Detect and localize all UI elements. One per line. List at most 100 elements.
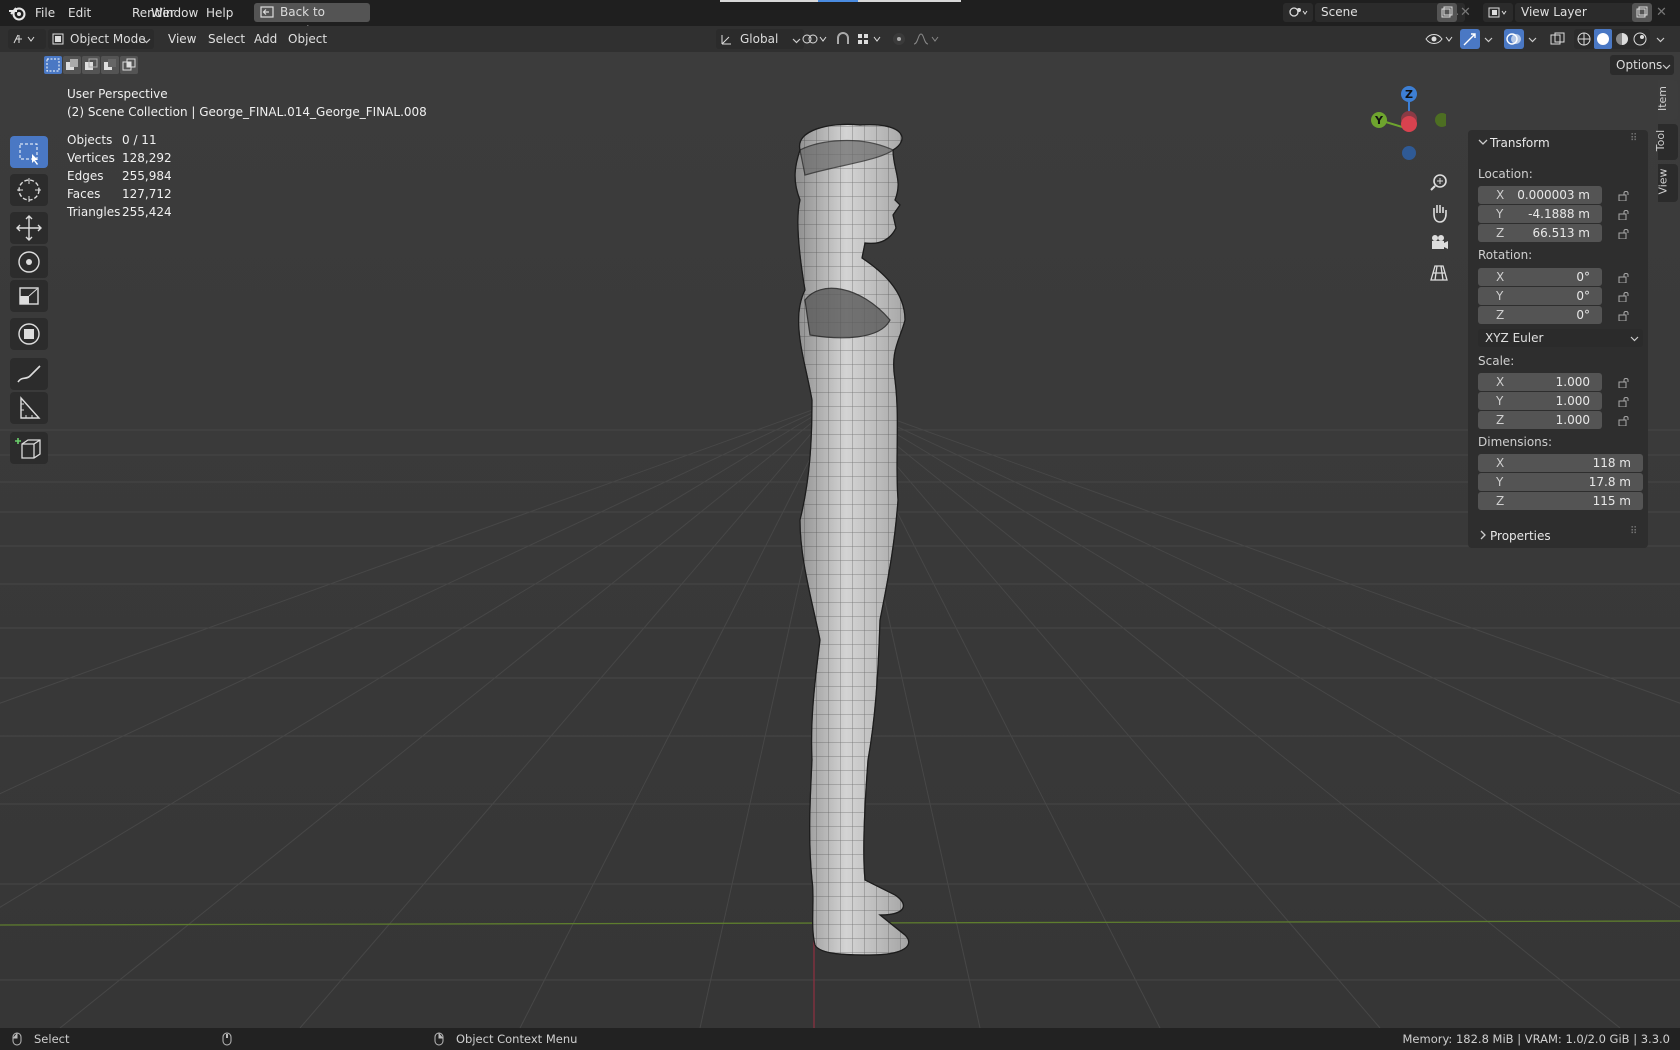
- rotation-y-field[interactable]: Y 0°: [1478, 287, 1602, 305]
- options-dropdown[interactable]: Options: [1610, 55, 1674, 75]
- remove-view-layer-icon[interactable]: ✕: [1656, 5, 1667, 20]
- scale-x-field[interactable]: X 1.000: [1478, 373, 1602, 391]
- lock-icon[interactable]: [1618, 397, 1630, 407]
- camera-view-button[interactable]: [1426, 230, 1452, 256]
- lock-icon[interactable]: [1618, 273, 1630, 283]
- cursor-tool[interactable]: [10, 174, 48, 206]
- material-preview-icon[interactable]: [1615, 32, 1629, 46]
- select-subtract-icon: [85, 58, 98, 70]
- overlays-toggle-button[interactable]: [1504, 29, 1524, 49]
- chevron-down-icon[interactable]: [1528, 35, 1537, 44]
- transform-orientation-dropdown[interactable]: Global: [716, 29, 804, 49]
- chevron-down-icon[interactable]: [1484, 35, 1493, 44]
- chevron-down-icon[interactable]: [1656, 35, 1665, 44]
- view-layer-name-field[interactable]: View Layer: [1515, 3, 1635, 22]
- location-x-field[interactable]: X 0.000003 m: [1478, 186, 1602, 204]
- 3d-viewport[interactable]: User Perspective (2) Scene Collection | …: [0, 52, 1680, 1028]
- properties-panel-header[interactable]: Properties: [1490, 529, 1551, 543]
- selection-intersect-button[interactable]: [120, 56, 138, 74]
- remove-scene-icon[interactable]: ✕: [1460, 5, 1471, 20]
- scene-browse-button[interactable]: [1283, 3, 1313, 22]
- menu-add[interactable]: Add: [254, 26, 277, 52]
- drag-handle-icon[interactable]: ⠿: [1630, 526, 1637, 537]
- pivot-point-dropdown[interactable]: [802, 29, 832, 49]
- scale-y-field[interactable]: Y 1.000: [1478, 392, 1602, 410]
- tab-view[interactable]: View: [1657, 164, 1678, 202]
- cursor-icon: [17, 178, 41, 202]
- hand-icon: [1433, 205, 1447, 223]
- stat-edges-value: 255,984: [122, 169, 172, 183]
- select-box-tool[interactable]: [10, 136, 48, 168]
- workspace-tab-active[interactable]: [818, 0, 858, 2]
- zoom-view-button[interactable]: [1426, 170, 1452, 196]
- selection-invert-button[interactable]: [101, 56, 119, 74]
- perspective-toggle-button[interactable]: [1426, 260, 1452, 286]
- add-cube-tool[interactable]: [10, 432, 48, 464]
- tab-item[interactable]: Item: [1656, 80, 1678, 120]
- view-layer-browse-button[interactable]: [1483, 3, 1513, 22]
- mode-dropdown[interactable]: Object Mode: [48, 29, 154, 49]
- xray-toggle-icon[interactable]: [1550, 32, 1566, 46]
- selection-set-button[interactable]: [44, 56, 62, 74]
- mouse-middle-icon: [222, 1032, 232, 1046]
- rotation-mode-dropdown[interactable]: XYZ Euler: [1478, 329, 1643, 347]
- location-z-field[interactable]: Z 66.513 m: [1478, 224, 1602, 242]
- dimensions-z-field[interactable]: Z 115 m: [1478, 492, 1643, 510]
- lock-icon[interactable]: [1618, 292, 1630, 302]
- visibility-filter-icon[interactable]: [1424, 32, 1454, 46]
- menu-view[interactable]: View: [168, 26, 196, 52]
- wireframe-shading-icon[interactable]: [1577, 32, 1591, 46]
- lock-icon[interactable]: [1618, 210, 1630, 220]
- menu-help[interactable]: Help: [200, 0, 239, 26]
- new-scene-button[interactable]: [1437, 3, 1457, 22]
- gizmo-toggle-button[interactable]: [1460, 29, 1480, 49]
- blender-logo-icon[interactable]: [8, 5, 26, 21]
- menu-object[interactable]: Object: [288, 26, 327, 52]
- pan-view-button[interactable]: [1426, 200, 1452, 226]
- lock-icon[interactable]: [1618, 229, 1630, 239]
- lock-icon[interactable]: [1618, 378, 1630, 388]
- proportional-editing-controls[interactable]: [892, 29, 954, 49]
- object-mode-icon: [52, 33, 64, 45]
- menu-select[interactable]: Select: [208, 26, 245, 52]
- scale-z-field[interactable]: Z 1.000: [1478, 411, 1602, 429]
- lock-icon[interactable]: [1618, 416, 1630, 426]
- axis-label: Y: [1496, 394, 1504, 408]
- scale-tool[interactable]: [10, 280, 48, 312]
- selection-extend-button[interactable]: [63, 56, 81, 74]
- navigation-gizmo[interactable]: Z Y: [1366, 82, 1446, 172]
- chevron-right-icon[interactable]: [1478, 530, 1488, 540]
- transform-tool[interactable]: [10, 318, 48, 350]
- annotate-tool[interactable]: [10, 358, 48, 390]
- dimensions-y-field[interactable]: Y 17.8 m: [1478, 473, 1643, 491]
- chevron-down-icon[interactable]: [1478, 137, 1488, 147]
- rotate-tool[interactable]: [10, 246, 48, 278]
- menu-edit[interactable]: Edit: [62, 0, 97, 26]
- stat-objects-value: 0 / 11: [122, 133, 157, 147]
- move-tool[interactable]: [10, 212, 48, 244]
- measure-tool[interactable]: [10, 392, 48, 424]
- drag-handle-icon[interactable]: ⠿: [1630, 133, 1637, 144]
- editor-type-dropdown[interactable]: [8, 29, 46, 49]
- location-y-field[interactable]: Y -4.1888 m: [1478, 205, 1602, 223]
- rotation-x-field[interactable]: X 0°: [1478, 268, 1602, 286]
- transform-panel-header[interactable]: Transform: [1490, 136, 1550, 150]
- solid-shading-button[interactable]: [1594, 29, 1612, 49]
- scale-label: Scale:: [1478, 354, 1515, 368]
- selection-subtract-button[interactable]: [82, 56, 100, 74]
- stat-vertices-value: 128,292: [122, 151, 172, 165]
- rotation-y-value: 0°: [1576, 289, 1590, 303]
- lock-icon[interactable]: [1618, 311, 1630, 321]
- rotation-z-field[interactable]: Z 0°: [1478, 306, 1602, 324]
- view-layer-icon: [1488, 7, 1507, 18]
- lock-icon[interactable]: [1618, 191, 1630, 201]
- rendered-shading-icon[interactable]: [1633, 32, 1647, 46]
- new-view-layer-button[interactable]: [1632, 3, 1652, 22]
- view-perspective-label: User Perspective: [67, 87, 168, 101]
- back-to-previous-button[interactable]: Back to Previous: [254, 3, 370, 38]
- snap-controls[interactable]: [836, 29, 898, 49]
- menu-file[interactable]: File: [29, 0, 61, 26]
- menu-window[interactable]: Window: [145, 0, 204, 26]
- tab-tool[interactable]: Tool: [1654, 124, 1678, 160]
- dimensions-x-field[interactable]: X 118 m: [1478, 454, 1643, 472]
